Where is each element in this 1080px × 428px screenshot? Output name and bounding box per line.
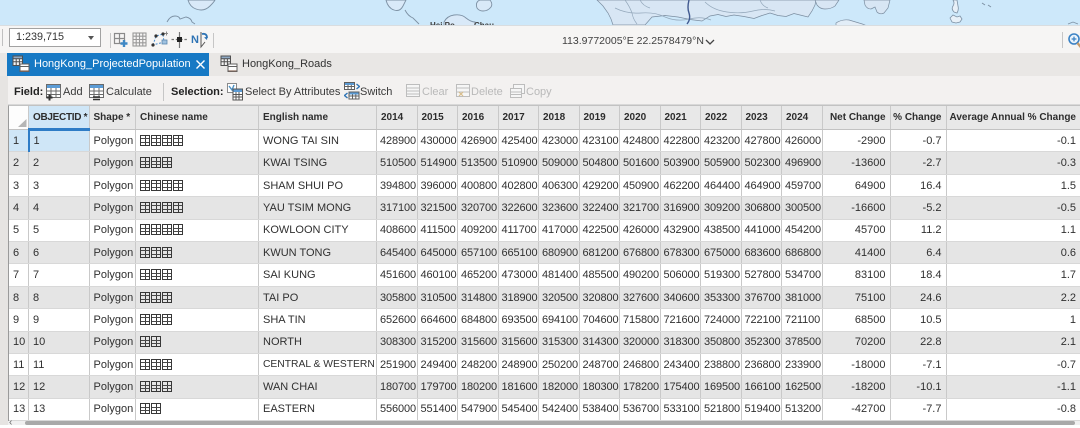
svg-text:N: N [191,34,199,46]
